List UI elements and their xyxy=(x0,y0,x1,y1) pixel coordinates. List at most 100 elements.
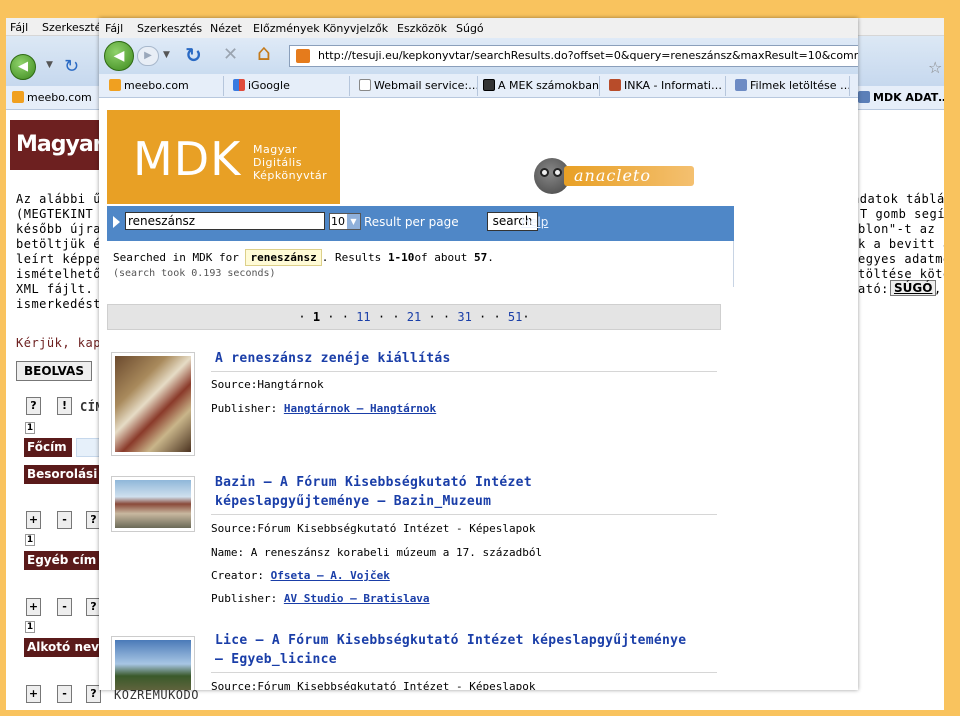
result-publisher: Publisher: AV Studio — Bratislava xyxy=(211,592,430,605)
bg-add-button[interactable]: + xyxy=(26,598,41,616)
bookmark-igoogle[interactable]: iGoogle xyxy=(233,78,290,94)
fg-bookmarks-bar: meebo.com iGoogle Webmail service:… A ME… xyxy=(99,74,858,98)
address-bar[interactable]: http://tesuji.eu/kepkonyvtar/searchResul… xyxy=(289,45,858,67)
bookmark-label: INKA - Informati… xyxy=(624,79,722,92)
bg-label-besorolasi: Besorolási xyxy=(24,465,100,484)
page-icon xyxy=(359,79,371,91)
menu-view[interactable]: Nézet xyxy=(210,22,242,35)
bookmark-mek[interactable]: A MEK számokban xyxy=(483,78,599,94)
results-total: 57 xyxy=(474,251,488,264)
meebo-icon xyxy=(12,91,24,103)
bg-menu-edit[interactable]: Szerkesztés xyxy=(42,21,107,34)
bg-remove-button[interactable]: - xyxy=(57,598,72,616)
stop-icon[interactable]: ✕ xyxy=(223,44,238,65)
bg-intro-line: ismerkedést. xyxy=(16,297,109,311)
bg-tab-mdk[interactable]: MDK ADAT… xyxy=(858,90,944,106)
bg-bookmark-label: meebo.com xyxy=(27,91,92,104)
bg-remove-button[interactable]: - xyxy=(57,511,72,529)
publisher-label: Publisher: xyxy=(211,592,278,605)
bg-help-q-button[interactable]: ? xyxy=(26,397,41,415)
menu-help[interactable]: Súgó xyxy=(456,22,484,35)
back-button[interactable]: ◀ xyxy=(104,41,134,71)
result-thumbnail[interactable] xyxy=(111,636,195,690)
bg-menu-file[interactable]: Fájl xyxy=(10,21,28,34)
results-per-page-select[interactable]: 10 ▼ xyxy=(329,213,361,230)
bg-add-button[interactable]: + xyxy=(26,685,41,703)
bookmark-webmail[interactable]: Webmail service:… xyxy=(359,78,479,94)
chevron-down-icon: ▼ xyxy=(347,214,360,229)
bg-index: 1 xyxy=(25,621,35,633)
bookmark-label: iGoogle xyxy=(248,79,290,92)
search-summary-line: Searched in MDK for reneszánsz. Results … xyxy=(113,249,494,266)
site-favicon xyxy=(296,49,310,63)
page-content: MDK Magyar Digitális Képkönyvtár anaclet… xyxy=(99,98,858,690)
fg-navbar: ◀ ▶ ▼ ↻ ✕ ⌂ http://tesuji.eu/kepkonyvtar… xyxy=(99,38,858,74)
publisher-link[interactable]: AV Studio — Bratislava xyxy=(284,592,430,605)
bg-help-button[interactable]: SÚGÓ xyxy=(890,280,937,296)
bg-add-button[interactable]: + xyxy=(26,511,41,529)
bg-required-button[interactable]: ! xyxy=(57,397,72,415)
menu-file[interactable]: Fájl xyxy=(105,22,123,35)
bg-right-line: adatok tábláz xyxy=(852,192,944,206)
bg-section-kozremukodo: KÖZREMŰKÖDŐ xyxy=(114,688,199,702)
result-title[interactable]: Bazin — A Fórum Kisebbségkutató Intézet k… xyxy=(215,473,532,511)
bg-right-line: ató: xyxy=(858,282,889,296)
anacleto-logo: anacleto xyxy=(534,158,694,194)
bg-intro-line: (MEGTEKINT xyxy=(16,207,94,221)
history-dropdown-icon[interactable]: ▼ xyxy=(163,50,170,60)
help-link[interactable]: Help xyxy=(521,215,548,229)
result-source: Source:Fórum Kisebbségkutató Intézet - K… xyxy=(211,522,536,535)
bg-label-egyeb-cim: Egyéb cím xyxy=(24,551,100,570)
bookmark-filmek[interactable]: Filmek letöltése … xyxy=(735,78,851,94)
page-link[interactable]: 51 xyxy=(508,310,522,324)
result-thumbnail[interactable] xyxy=(111,476,195,532)
bg-dropdown-icon[interactable]: ▼ xyxy=(46,60,53,70)
search-input[interactable]: reneszánsz xyxy=(125,212,325,230)
bg-remove-button[interactable]: - xyxy=(57,685,72,703)
publisher-link[interactable]: Hangtárnok — Hangtárnok xyxy=(284,402,436,415)
result-title[interactable]: Lice — A Fórum Kisebbségkutató Intézet k… xyxy=(215,631,686,669)
menu-tools[interactable]: Eszközök xyxy=(397,22,447,35)
meebo-icon xyxy=(109,79,121,91)
result-divider xyxy=(211,371,717,372)
bookmark-label: Webmail service:… xyxy=(374,79,480,92)
forward-button[interactable]: ▶ xyxy=(137,46,159,66)
menu-history[interactable]: Előzmények xyxy=(253,22,320,35)
mdk-logo: MDK xyxy=(133,132,242,186)
bookmark-label: Filmek letöltése … xyxy=(750,79,851,92)
page-link[interactable]: 11 xyxy=(356,310,370,324)
anacleto-wordmark: anacleto xyxy=(564,166,694,186)
bookmark-separator xyxy=(223,76,224,96)
result-title-line: képeslapgyűjteménye — Bazin_Muzeum xyxy=(215,494,492,509)
bg-back-button[interactable]: ◀ xyxy=(10,54,36,80)
bg-reload-icon[interactable]: ↻ xyxy=(64,56,79,77)
bookmark-separator xyxy=(725,76,726,96)
creator-label: Creator: xyxy=(211,569,264,582)
bg-right-line: , xyxy=(934,282,942,296)
mdk-logo-subtitle: Magyar Digitális Képkönyvtár xyxy=(253,143,328,182)
bookmark-separator xyxy=(599,76,600,96)
result-thumbnail[interactable] xyxy=(111,352,195,456)
creator-link[interactable]: Ofseta — A. Vojček xyxy=(271,569,390,582)
result-source: Source:Fórum Kisebbségkutató Intézet - K… xyxy=(211,680,536,690)
searched-prefix: Searched in MDK for xyxy=(113,251,239,264)
menu-edit[interactable]: Szerkesztés xyxy=(137,22,202,35)
bg-intro-line: XML fájlt. A xyxy=(16,282,109,296)
home-icon[interactable]: ⌂ xyxy=(257,41,271,66)
result-title[interactable]: A reneszánsz zenéje kiállítás xyxy=(215,349,451,368)
bookmark-label: meebo.com xyxy=(124,79,189,92)
bookmark-separator xyxy=(349,76,350,96)
bookmark-inka[interactable]: INKA - Informati… xyxy=(609,78,722,94)
bg-bookmark-meebo[interactable]: meebo.com xyxy=(12,90,92,106)
page-link[interactable]: 31 xyxy=(457,310,471,324)
bookmark-label: A MEK számokban xyxy=(498,79,599,92)
bg-load-button[interactable]: BEOLVAS xyxy=(16,361,92,381)
bg-star-icon[interactable]: ☆ xyxy=(928,58,942,77)
menu-bookmarks[interactable]: Könyvjelzők xyxy=(323,22,388,35)
bg-index: 1 xyxy=(25,534,35,546)
reload-icon[interactable]: ↻ xyxy=(185,43,202,67)
page-link[interactable]: 21 xyxy=(407,310,421,324)
bg-focim-input[interactable] xyxy=(76,438,100,457)
bookmark-separator xyxy=(477,76,478,96)
bookmark-meebo[interactable]: meebo.com xyxy=(109,78,189,94)
